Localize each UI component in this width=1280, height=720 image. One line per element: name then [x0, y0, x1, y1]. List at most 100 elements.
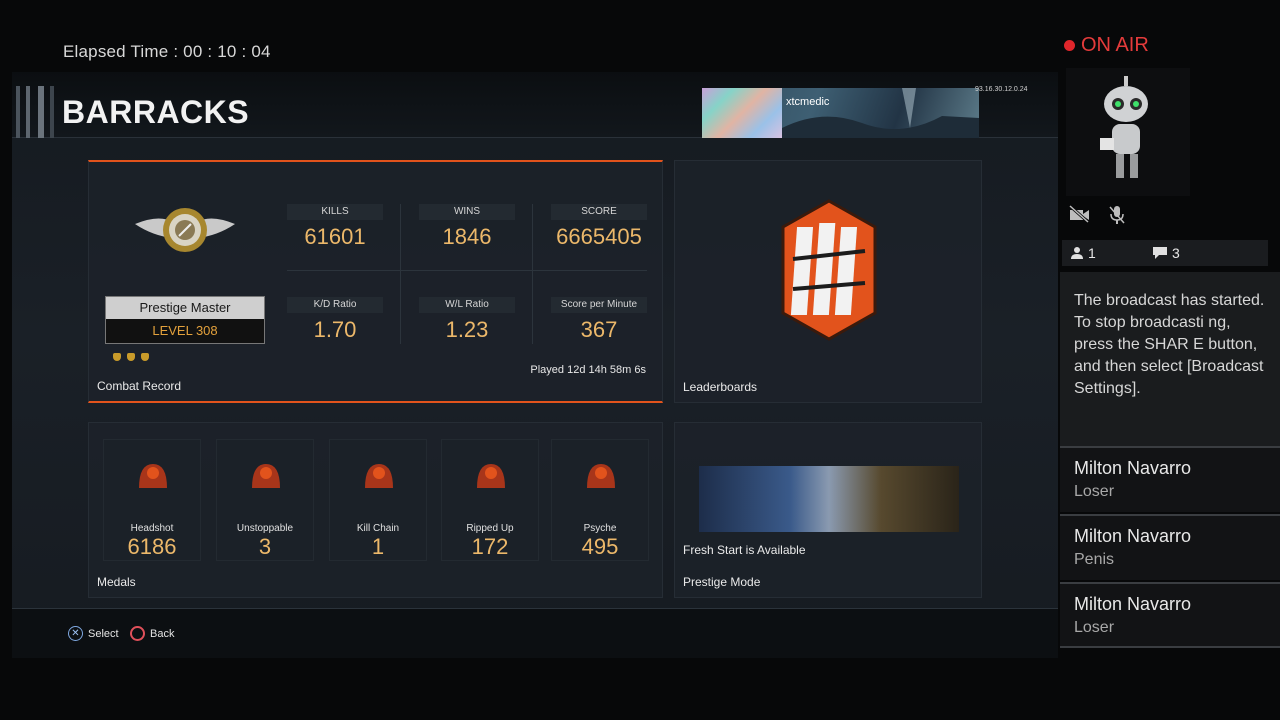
time-played: Played 12d 14h 58m 6s — [530, 364, 646, 376]
broadcast-sidebar: ON AIR 1 3 The broadcast has started. To… — [1060, 28, 1280, 720]
prestige-box: Prestige Master LEVEL 308 — [105, 296, 265, 344]
elapsed-time: Elapsed Time : 00 : 10 : 04 — [63, 42, 271, 61]
panel-label: Medals — [97, 575, 136, 589]
button-hints: ✕ Select Back — [12, 608, 1058, 658]
stat-label: W/L Ratio — [419, 297, 515, 313]
stat-value: 61601 — [304, 224, 366, 249]
prestige-mode-art — [699, 466, 959, 532]
stat-value: 6665405 — [556, 224, 642, 249]
chat-author: Milton Navarro — [1074, 594, 1192, 614]
stat-score-per-minute: Score per Minute 367 — [551, 297, 647, 343]
stat-label: SCORE — [551, 204, 647, 220]
panel-label: Leaderboards — [683, 380, 758, 394]
black-ops-iii-logo-icon — [781, 199, 877, 341]
broadcaster-avatar — [1066, 68, 1190, 196]
medal-icon — [252, 464, 280, 488]
panel-label: Combat Record — [97, 379, 182, 393]
record-dot-icon — [1064, 40, 1075, 51]
camera-off-icon[interactable] — [1068, 205, 1090, 223]
robot-avatar-icon — [1066, 68, 1190, 196]
divider — [400, 204, 401, 344]
chat-message: Milton Navarro Loser — [1060, 582, 1280, 648]
comment-count-value: 3 — [1172, 245, 1180, 261]
system-message: The broadcast has started. To stop broad… — [1060, 272, 1280, 446]
medal-name: Unstoppable — [236, 523, 294, 534]
prestige-mode-title: Fresh Start is Available — [683, 543, 806, 557]
medal-card: Kill Chain 1 — [329, 439, 427, 561]
medal-card: Ripped Up 172 — [441, 439, 539, 561]
circle-button-icon — [130, 626, 145, 641]
medal-value: 1 — [371, 534, 385, 559]
back-hint[interactable]: Back — [130, 626, 174, 641]
combat-record-panel[interactable]: Prestige Master LEVEL 308 KILLS 61601 WI… — [88, 160, 663, 403]
chat-text: Loser — [1074, 483, 1115, 500]
broadcast-counts: 1 3 — [1062, 240, 1268, 266]
viewer-count: 1 — [1070, 245, 1096, 261]
medals-panel[interactable]: Headshot 6186 Unstoppable 3 Kill Chain 1… — [88, 422, 663, 598]
chat-author: Milton Navarro — [1074, 458, 1192, 478]
on-air-label: ON AIR — [1081, 34, 1149, 56]
medal-value: 6186 — [127, 534, 177, 559]
top-bar: BARRACKS xtcmedic — [12, 72, 1058, 138]
medal-name: Headshot — [130, 523, 174, 534]
stat-value: 367 — [580, 317, 618, 342]
select-hint[interactable]: ✕ Select — [68, 626, 119, 641]
system-message-text: The broadcast has started. To stop broad… — [1074, 292, 1265, 397]
medal-value: 172 — [471, 534, 509, 559]
stat-value: 1.70 — [313, 317, 357, 342]
chat-text: Loser — [1074, 619, 1115, 636]
divider — [532, 204, 533, 344]
leaderboards-panel[interactable]: Leaderboards — [674, 160, 982, 403]
stat-label: Score per Minute — [551, 297, 647, 313]
media-controls — [1068, 205, 1126, 225]
medal-card: Headshot 6186 — [103, 439, 201, 561]
page-title: BARRACKS — [62, 94, 250, 130]
medal-name: Kill Chain — [356, 523, 400, 534]
pip-icon — [127, 353, 135, 361]
chat-text: Penis — [1074, 551, 1115, 568]
stat-wins: WINS 1846 — [419, 204, 515, 250]
medal-value: 495 — [581, 534, 619, 559]
prestige-master-icon — [135, 208, 235, 252]
stat-label: KILLS — [287, 204, 383, 220]
panel-label: Prestige Mode — [683, 575, 761, 589]
stat-value: 1.23 — [445, 317, 489, 342]
chat-author: Milton Navarro — [1074, 526, 1192, 546]
microphone-off-icon[interactable] — [1108, 205, 1126, 225]
game-screen: BARRACKS xtcmedic 93.16.30.12.0.24 Prest… — [12, 72, 1058, 658]
pip-icon — [141, 353, 149, 361]
stat-label: WINS — [419, 204, 515, 220]
stat-kd-ratio: K/D Ratio 1.70 — [287, 297, 383, 343]
player-level: LEVEL 308 — [106, 319, 264, 343]
chat-message: Milton Navarro Penis — [1060, 514, 1280, 580]
cross-button-icon: ✕ — [68, 626, 83, 641]
medal-icon — [139, 464, 167, 488]
hud-decoration — [16, 86, 60, 138]
stat-kills: KILLS 61601 — [287, 204, 383, 250]
pip-icon — [113, 353, 121, 361]
comment-count: 3 — [1152, 245, 1180, 261]
stat-score: SCORE 6665405 — [551, 204, 647, 250]
viewer-count-value: 1 — [1088, 245, 1096, 261]
medal-icon — [477, 464, 505, 488]
medal-icon — [587, 464, 615, 488]
back-label: Back — [150, 627, 175, 640]
stat-label: K/D Ratio — [287, 297, 383, 313]
calling-card-art — [782, 88, 979, 138]
player-calling-card[interactable]: xtcmedic — [702, 88, 979, 138]
ip-address: 93.16.30.12.0.24 — [975, 86, 1028, 93]
prestige-mode-panel[interactable]: Fresh Start is Available Prestige Mode — [674, 422, 982, 598]
select-label: Select — [88, 627, 119, 640]
prestige-name: Prestige Master — [106, 297, 264, 319]
on-air-indicator: ON AIR — [1064, 34, 1149, 57]
medal-name: Psyche — [583, 523, 617, 534]
person-icon — [1071, 247, 1083, 259]
divider — [287, 270, 647, 271]
stat-wl-ratio: W/L Ratio 1.23 — [419, 297, 515, 343]
medal-card: Psyche 495 — [551, 439, 649, 561]
medal-card: Unstoppable 3 — [216, 439, 314, 561]
medal-value: 3 — [258, 534, 272, 559]
medal-icon — [365, 464, 393, 488]
chat-message: Milton Navarro Loser — [1060, 446, 1280, 512]
medal-name: Ripped Up — [466, 523, 514, 534]
